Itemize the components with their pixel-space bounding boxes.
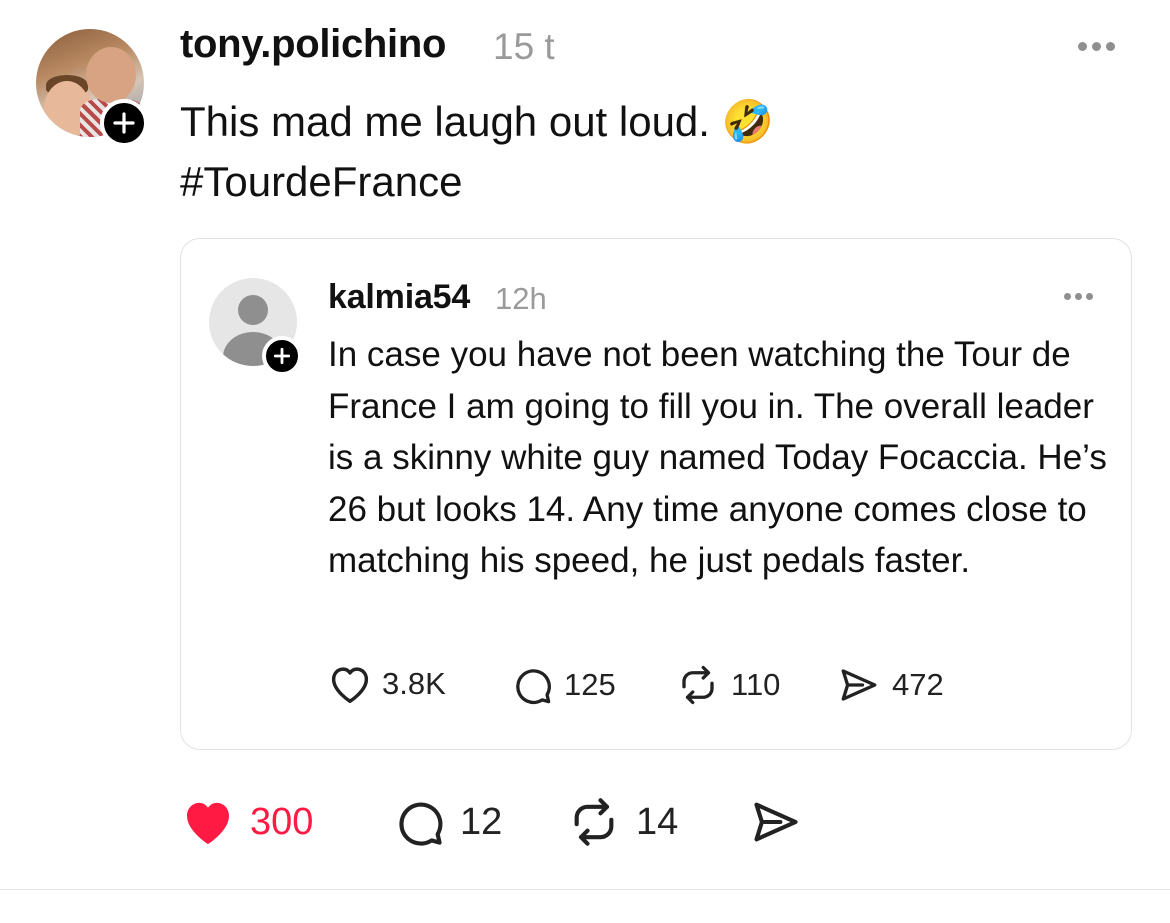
post-text-line1: This mad me laugh out loud. (180, 98, 710, 145)
hashtag-link[interactable]: #TourdeFrance (180, 158, 463, 205)
speech-bubble-icon (516, 669, 551, 705)
quoted-like-count: 3.8K (382, 666, 446, 701)
quoted-share-button[interactable]: 472 (836, 664, 944, 706)
quoted-like-button[interactable]: 3.8K (328, 664, 446, 704)
heart-filled-icon (187, 802, 229, 845)
author-username[interactable]: tony.polichino (180, 22, 446, 67)
quoted-author-username[interactable]: kalmia54 (328, 278, 470, 317)
follow-plus-icon[interactable] (100, 99, 148, 147)
reply-count: 12 (460, 800, 503, 843)
like-button[interactable]: 300 (180, 796, 313, 848)
quoted-post-timestamp: 12h (495, 281, 547, 316)
quoted-more-options-icon[interactable] (1064, 293, 1093, 300)
quoted-post-text: In case you have not been watching the T… (328, 335, 1107, 580)
speech-bubble-icon (399, 802, 443, 846)
post-text: This mad me laugh out loud. 🤣 #TourdeFra… (180, 92, 774, 212)
quoted-reply-count: 125 (564, 667, 616, 702)
quoted-share-count: 472 (892, 667, 944, 702)
post-divider (0, 889, 1170, 890)
heart-icon (331, 667, 369, 703)
quoted-repost-button[interactable]: 110 (675, 664, 780, 706)
post-timestamp: 15 t (493, 26, 555, 67)
repost-button[interactable]: 14 (566, 796, 678, 848)
laughing-emoji-icon: 🤣 (721, 98, 774, 145)
repost-arrows-icon (574, 798, 614, 846)
paper-plane-icon (841, 669, 877, 701)
share-button[interactable] (748, 796, 804, 848)
quoted-follow-plus-icon[interactable] (262, 336, 302, 376)
quoted-reply-button[interactable]: 125 (510, 664, 616, 706)
repost-arrows-icon (682, 665, 714, 705)
repost-count: 14 (636, 800, 679, 843)
quoted-repost-count: 110 (731, 667, 781, 702)
paper-plane-icon (754, 802, 798, 842)
more-options-icon[interactable] (1078, 42, 1115, 51)
reply-button[interactable]: 12 (392, 796, 502, 848)
like-count: 300 (250, 800, 314, 843)
